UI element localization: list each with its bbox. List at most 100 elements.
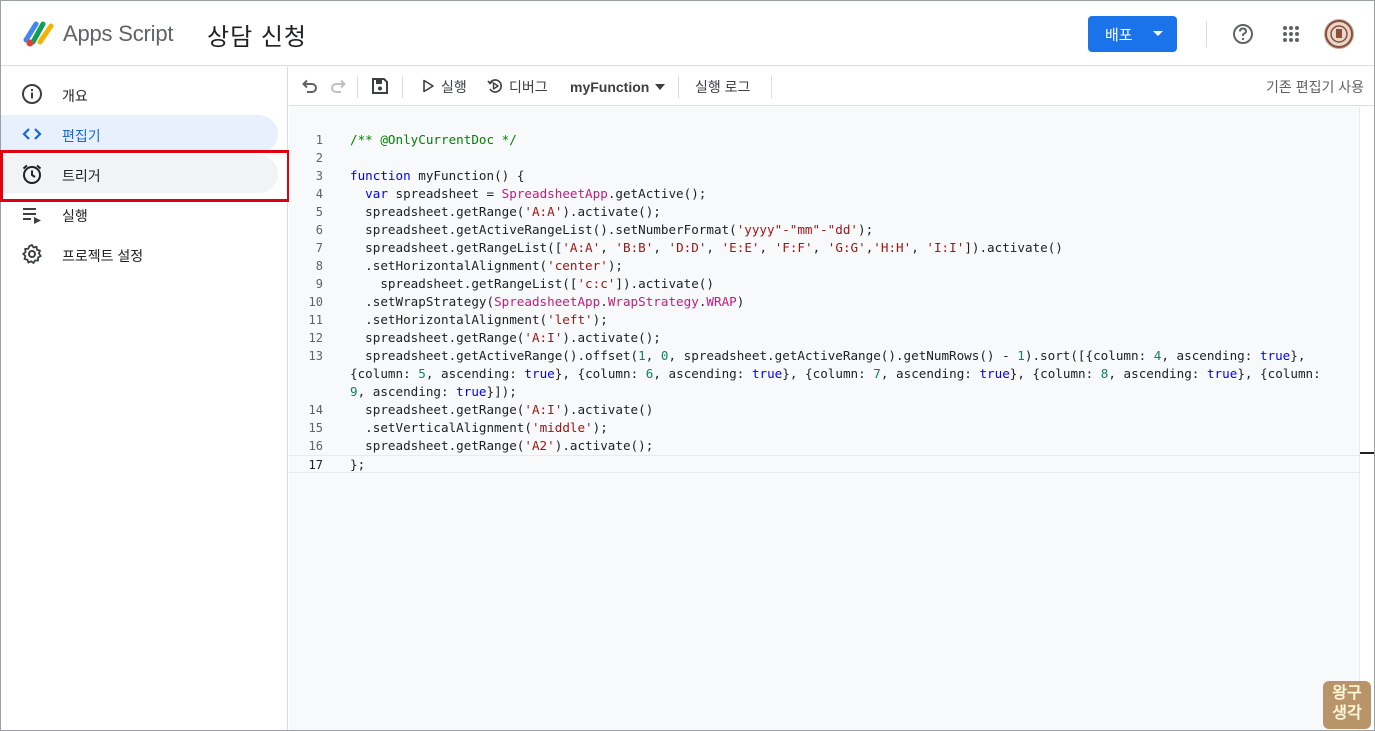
code-line[interactable]: 17};: [289, 455, 1359, 473]
sidebar-item-label: 실행: [62, 208, 88, 224]
triggers-highlight-box: [0, 150, 290, 202]
code-line[interactable]: 15 .setVerticalAlignment('middle');: [289, 419, 1359, 437]
code-text[interactable]: .setVerticalAlignment('middle');: [350, 419, 608, 437]
watermark-line: 왕구: [1332, 685, 1362, 702]
code-line[interactable]: 13 spreadsheet.getActiveRange().offset(1…: [289, 347, 1359, 365]
info-icon: [22, 84, 42, 104]
code-text[interactable]: 9, ascending: true}]);: [350, 383, 517, 401]
code-text[interactable]: spreadsheet.getRangeList(['A:A', 'B:B', …: [350, 239, 1063, 257]
code-line[interactable]: 4 var spreadsheet = SpreadsheetApp.getAc…: [289, 185, 1359, 203]
sidebar-item-label: 개요: [62, 88, 88, 104]
code-text[interactable]: spreadsheet.getActiveRangeList().setNumb…: [350, 221, 873, 239]
watermark-line: 생각: [1332, 705, 1362, 722]
save-icon[interactable]: [371, 77, 389, 95]
code-text[interactable]: spreadsheet.getRange('A2').activate();: [350, 437, 653, 455]
run-label: 실행: [441, 79, 467, 95]
code-line[interactable]: 14 spreadsheet.getRange('A:I').activate(…: [289, 401, 1359, 419]
sidebar-item-editor[interactable]: 편집기: [1, 115, 278, 153]
line-number: 15: [308, 421, 323, 435]
code-line[interactable]: 16 spreadsheet.getRange('A2').activate()…: [289, 437, 1359, 455]
toolbar-divider: [678, 76, 679, 98]
apps-script-logo-icon[interactable]: [23, 18, 57, 48]
code-line[interactable]: 2: [289, 149, 1359, 167]
toolbar-divider: [402, 76, 403, 98]
code-line[interactable]: 11 .setHorizontalAlignment('left');: [289, 311, 1359, 329]
line-number: 9: [315, 277, 323, 291]
debug-icon: [487, 79, 502, 93]
line-number: 12: [308, 331, 323, 345]
caret-down-icon: [1153, 31, 1163, 36]
code-text[interactable]: };: [350, 456, 365, 474]
line-number: 4: [315, 187, 323, 201]
code-text[interactable]: /** @OnlyCurrentDoc */: [350, 131, 517, 149]
code-editor[interactable]: 1 /** @OnlyCurrentDoc */ 2 3 function myFunc…: [289, 107, 1359, 730]
debug-label: 디버그: [509, 79, 548, 95]
editor-scrollbar[interactable]: [1359, 107, 1374, 730]
help-icon[interactable]: [1232, 23, 1254, 45]
code-text[interactable]: spreadsheet.getRange('A:A').activate();: [350, 203, 661, 221]
code-text[interactable]: spreadsheet.getRange('A:I').activate(): [350, 401, 653, 419]
code-line[interactable]: 10 .setWrapStrategy(SpreadsheetApp.WrapS…: [289, 293, 1359, 311]
code-line[interactable]: 7 spreadsheet.getRangeList(['A:A', 'B:B'…: [289, 239, 1359, 257]
code-line[interactable]: 12 spreadsheet.getRange('A:I').activate(…: [289, 329, 1359, 347]
line-number: 11: [308, 313, 323, 327]
app-name[interactable]: Apps Script: [63, 21, 173, 47]
apps-grid-icon[interactable]: [1282, 25, 1300, 43]
code-line[interactable]: 6 spreadsheet.getActiveRangeList().setNu…: [289, 221, 1359, 239]
line-number: 8: [315, 259, 323, 273]
code-text[interactable]: {column: 5, ascending: true}, {column: 6…: [350, 365, 1321, 383]
sidebar-item-project-settings[interactable]: 프로젝트 설정: [1, 235, 278, 273]
line-number: 2: [315, 151, 323, 165]
sidebar-item-label: 프로젝트 설정: [62, 248, 144, 264]
code-text[interactable]: .setHorizontalAlignment('center');: [350, 257, 623, 275]
code-text[interactable]: .setWrapStrategy(SpreadsheetApp.WrapStra…: [350, 293, 744, 311]
execution-log-button[interactable]: 실행 로그: [695, 77, 750, 97]
code-line[interactable]: 9, ascending: true}]);: [289, 383, 1359, 401]
line-number: 6: [315, 223, 323, 237]
code-text[interactable]: spreadsheet.getRange('A:I').activate();: [350, 329, 661, 347]
redo-icon[interactable]: [329, 77, 347, 95]
code-line[interactable]: 8 .setHorizontalAlignment('center');: [289, 257, 1359, 275]
deploy-button-label: 배포: [1105, 26, 1133, 44]
line-number: 14: [308, 403, 323, 417]
play-icon: [423, 79, 434, 93]
code-line[interactable]: 9 spreadsheet.getRangeList(['c:c']).acti…: [289, 275, 1359, 293]
sidebar-item-label: 편집기: [62, 128, 101, 144]
line-number: 7: [315, 241, 323, 255]
header-divider: [1206, 21, 1207, 47]
gear-icon: [22, 244, 42, 264]
deploy-button[interactable]: 배포: [1088, 16, 1177, 52]
code-line[interactable]: {column: 5, ascending: true}, {column: 6…: [289, 365, 1359, 383]
caret-down-icon: [655, 84, 666, 90]
line-number: 3: [315, 169, 323, 183]
line-number: 16: [308, 439, 323, 453]
code-text[interactable]: .setHorizontalAlignment('left');: [350, 311, 608, 329]
watermark-stamp: 왕구 생각: [1323, 681, 1371, 729]
code-text[interactable]: var spreadsheet = SpreadsheetApp.getActi…: [350, 185, 706, 203]
code-text[interactable]: function myFunction() {: [350, 167, 524, 185]
line-number: 13: [308, 349, 323, 363]
undo-icon[interactable]: [301, 77, 319, 95]
executions-list-icon: [23, 208, 41, 224]
code-line[interactable]: 3 function myFunction() {: [289, 167, 1359, 185]
line-number: 10: [308, 295, 323, 309]
code-text[interactable]: spreadsheet.getRangeList(['c:c']).activa…: [350, 275, 714, 293]
code-line[interactable]: 1 /** @OnlyCurrentDoc */: [289, 131, 1359, 149]
scrollbar-cursor-marker: [1360, 452, 1374, 454]
toolbar-divider: [771, 76, 772, 98]
toolbar-divider: [357, 76, 358, 98]
line-number: 17: [308, 458, 323, 472]
code-line[interactable]: 5 spreadsheet.getRange('A:A').activate()…: [289, 203, 1359, 221]
line-number: 5: [315, 205, 323, 219]
avatar[interactable]: [1324, 19, 1354, 49]
line-number: 1: [315, 133, 323, 147]
function-select-value: myFunction: [570, 79, 650, 95]
project-title[interactable]: 상담 신청: [207, 17, 307, 52]
code-lines[interactable]: 1 /** @OnlyCurrentDoc */ 2 3 function myFunc…: [289, 131, 1359, 473]
function-select[interactable]: myFunction: [570, 79, 666, 95]
editor-toolbar: 실행 디버그 myFunction 실행 로그 기존 편집기 사용: [289, 67, 1374, 106]
sidebar-item-overview[interactable]: 개요: [1, 75, 278, 113]
app-header: Apps Script 상담 신청 배포: [1, 1, 1374, 66]
code-text[interactable]: spreadsheet.getActiveRange().offset(1, 0…: [350, 347, 1305, 365]
legacy-editor-link[interactable]: 기존 편집기 사용: [1266, 77, 1364, 97]
